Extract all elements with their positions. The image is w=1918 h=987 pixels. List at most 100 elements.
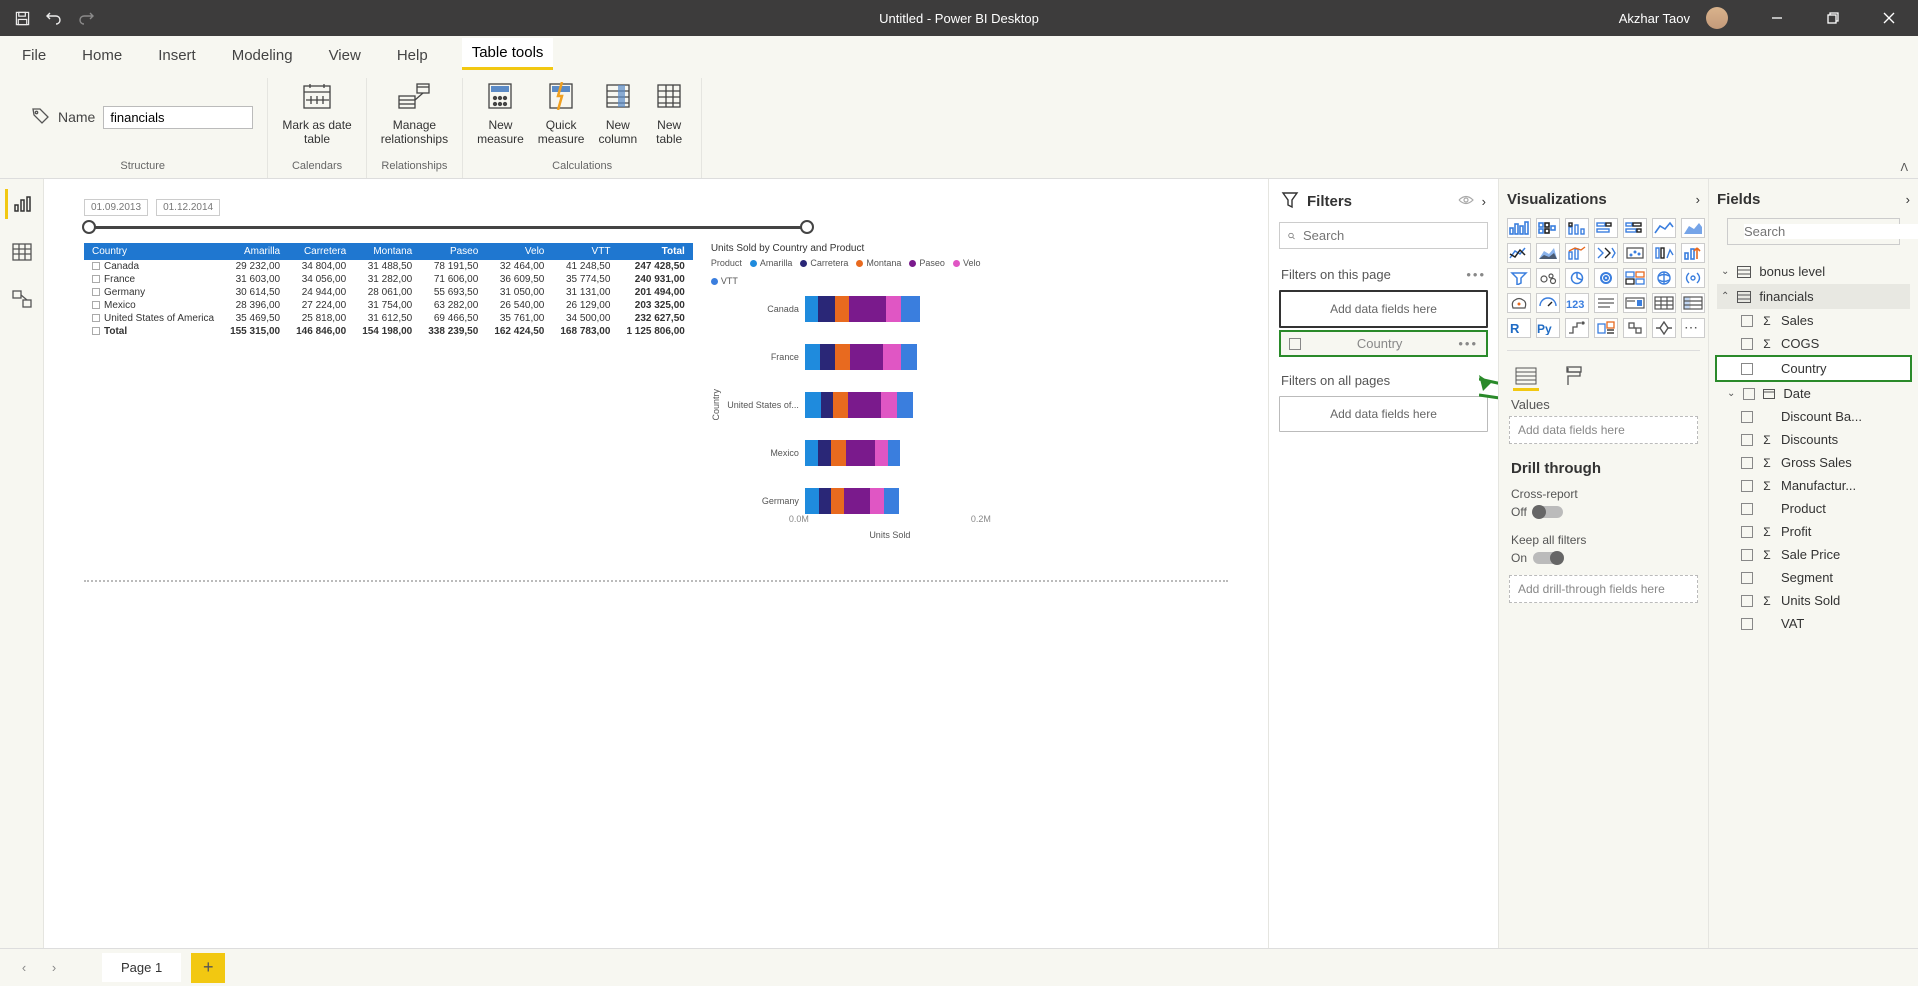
- tab-insert[interactable]: Insert: [156, 41, 198, 70]
- new-table-button[interactable]: New table: [651, 78, 687, 147]
- bar-row[interactable]: Germany: [727, 488, 920, 514]
- viz-type-18[interactable]: [1623, 268, 1647, 288]
- maximize-button[interactable]: [1810, 0, 1856, 36]
- viz-type-22[interactable]: [1536, 293, 1560, 313]
- keep-filters-toggle[interactable]: [1533, 552, 1563, 564]
- viz-type-30[interactable]: [1565, 318, 1589, 338]
- chevron-right-icon[interactable]: ›: [1696, 192, 1700, 207]
- viz-type-29[interactable]: Py: [1536, 318, 1560, 338]
- tab-home[interactable]: Home: [80, 41, 124, 70]
- viz-type-6[interactable]: [1681, 218, 1705, 238]
- viz-type-3[interactable]: [1594, 218, 1618, 238]
- page-tab-1[interactable]: Page 1: [102, 953, 181, 982]
- viz-type-34[interactable]: ⋯: [1681, 318, 1705, 338]
- redo-icon[interactable]: [78, 10, 94, 26]
- field-product[interactable]: Product: [1717, 497, 1910, 520]
- chart-visual[interactable]: Units Sold by Country and Product Produc…: [711, 243, 991, 540]
- save-icon[interactable]: [14, 10, 30, 26]
- model-view-button[interactable]: [7, 285, 37, 315]
- field-manufacturing[interactable]: ΣManufactur...: [1717, 474, 1910, 497]
- next-page-button[interactable]: ›: [44, 958, 64, 978]
- bar-row[interactable]: United States of...: [727, 392, 920, 418]
- viz-type-10[interactable]: [1594, 243, 1618, 263]
- field-country[interactable]: Country: [1715, 355, 1912, 382]
- viz-type-2[interactable]: [1565, 218, 1589, 238]
- field-gross-sales[interactable]: ΣGross Sales: [1717, 451, 1910, 474]
- viz-type-7[interactable]: [1507, 243, 1531, 263]
- prev-page-button[interactable]: ‹: [14, 958, 34, 978]
- format-tab-icon[interactable]: [1561, 365, 1587, 387]
- viz-type-24[interactable]: [1594, 293, 1618, 313]
- slicer-end-date[interactable]: 01.12.2014: [156, 199, 220, 216]
- viz-type-11[interactable]: [1623, 243, 1647, 263]
- viz-type-14[interactable]: [1507, 268, 1531, 288]
- manage-relationships-button[interactable]: Manage relationships: [381, 78, 448, 147]
- viz-type-33[interactable]: [1652, 318, 1676, 338]
- viz-type-27[interactable]: [1681, 293, 1705, 313]
- tab-view[interactable]: View: [327, 41, 363, 70]
- filters-search-input[interactable]: [1303, 228, 1479, 243]
- quick-measure-button[interactable]: Quick measure: [538, 78, 585, 147]
- chevron-right-icon[interactable]: ›: [1482, 194, 1486, 209]
- viz-type-28[interactable]: R: [1507, 318, 1531, 338]
- table-bonus-level[interactable]: ⌄bonus level: [1717, 259, 1910, 284]
- table-financials[interactable]: ⌃financials: [1717, 284, 1910, 309]
- slider-handle-left[interactable]: [82, 220, 96, 234]
- field-sale-price[interactable]: ΣSale Price: [1717, 543, 1910, 566]
- add-page-button[interactable]: +: [191, 953, 225, 983]
- filters-page-dropzone[interactable]: Add data fields here: [1279, 290, 1488, 328]
- more-icon[interactable]: •••: [1458, 336, 1478, 351]
- tab-table-tools[interactable]: Table tools: [462, 38, 554, 70]
- viz-type-5[interactable]: [1652, 218, 1676, 238]
- avatar[interactable]: [1706, 7, 1728, 29]
- slider-handle-right[interactable]: [800, 220, 814, 234]
- new-measure-button[interactable]: New measure: [477, 78, 524, 147]
- viz-type-20[interactable]: [1681, 268, 1705, 288]
- bar-row[interactable]: Canada: [727, 296, 920, 322]
- fields-search[interactable]: [1727, 218, 1900, 245]
- field-vat[interactable]: VAT: [1717, 612, 1910, 635]
- new-column-button[interactable]: New column: [598, 78, 637, 147]
- viz-type-12[interactable]: [1652, 243, 1676, 263]
- viz-type-8[interactable]: [1536, 243, 1560, 263]
- filters-all-dropzone[interactable]: Add data fields here: [1279, 396, 1488, 432]
- eye-icon[interactable]: [1458, 194, 1474, 209]
- name-input[interactable]: [103, 106, 253, 129]
- close-button[interactable]: [1866, 0, 1912, 36]
- field-profit[interactable]: ΣProfit: [1717, 520, 1910, 543]
- date-slicer[interactable]: 01.09.2013 01.12.2014: [84, 199, 1228, 229]
- field-date[interactable]: ⌄Date: [1717, 382, 1910, 405]
- chevron-right-icon[interactable]: ›: [1906, 192, 1910, 207]
- field-sales[interactable]: ΣSales: [1717, 309, 1910, 332]
- viz-type-25[interactable]: [1623, 293, 1647, 313]
- viz-type-23[interactable]: 123: [1565, 293, 1589, 313]
- viz-type-9[interactable]: [1565, 243, 1589, 263]
- viz-type-16[interactable]: [1565, 268, 1589, 288]
- viz-type-17[interactable]: [1594, 268, 1618, 288]
- slicer-start-date[interactable]: 01.09.2013: [84, 199, 148, 216]
- field-cogs[interactable]: ΣCOGS: [1717, 332, 1910, 355]
- drillthrough-dropzone[interactable]: Add drill-through fields here: [1509, 575, 1698, 603]
- collapse-ribbon-icon[interactable]: ᐱ: [1900, 161, 1908, 174]
- viz-type-19[interactable]: [1652, 268, 1676, 288]
- field-discounts[interactable]: ΣDiscounts: [1717, 428, 1910, 451]
- viz-type-15[interactable]: [1536, 268, 1560, 288]
- viz-type-0[interactable]: [1507, 218, 1531, 238]
- tab-help[interactable]: Help: [395, 41, 430, 70]
- tab-modeling[interactable]: Modeling: [230, 41, 295, 70]
- matrix-visual[interactable]: CountryAmarillaCarreteraMontanaPaseoVelo…: [84, 243, 693, 338]
- field-units-sold[interactable]: ΣUnits Sold: [1717, 589, 1910, 612]
- checkbox-icon[interactable]: [1289, 338, 1301, 350]
- viz-type-21[interactable]: [1507, 293, 1531, 313]
- report-canvas[interactable]: 01.09.2013 01.12.2014 CountryAmarillaCar…: [44, 179, 1268, 948]
- values-dropzone[interactable]: Add data fields here: [1509, 416, 1698, 444]
- tab-file[interactable]: File: [20, 41, 48, 70]
- filters-search[interactable]: [1279, 222, 1488, 249]
- undo-icon[interactable]: [46, 10, 62, 26]
- report-view-button[interactable]: [5, 189, 35, 219]
- viz-type-1[interactable]: [1536, 218, 1560, 238]
- bar-row[interactable]: France: [727, 344, 920, 370]
- viz-type-13[interactable]: [1681, 243, 1705, 263]
- bar-row[interactable]: Mexico: [727, 440, 920, 466]
- fields-tab-icon[interactable]: [1513, 365, 1539, 387]
